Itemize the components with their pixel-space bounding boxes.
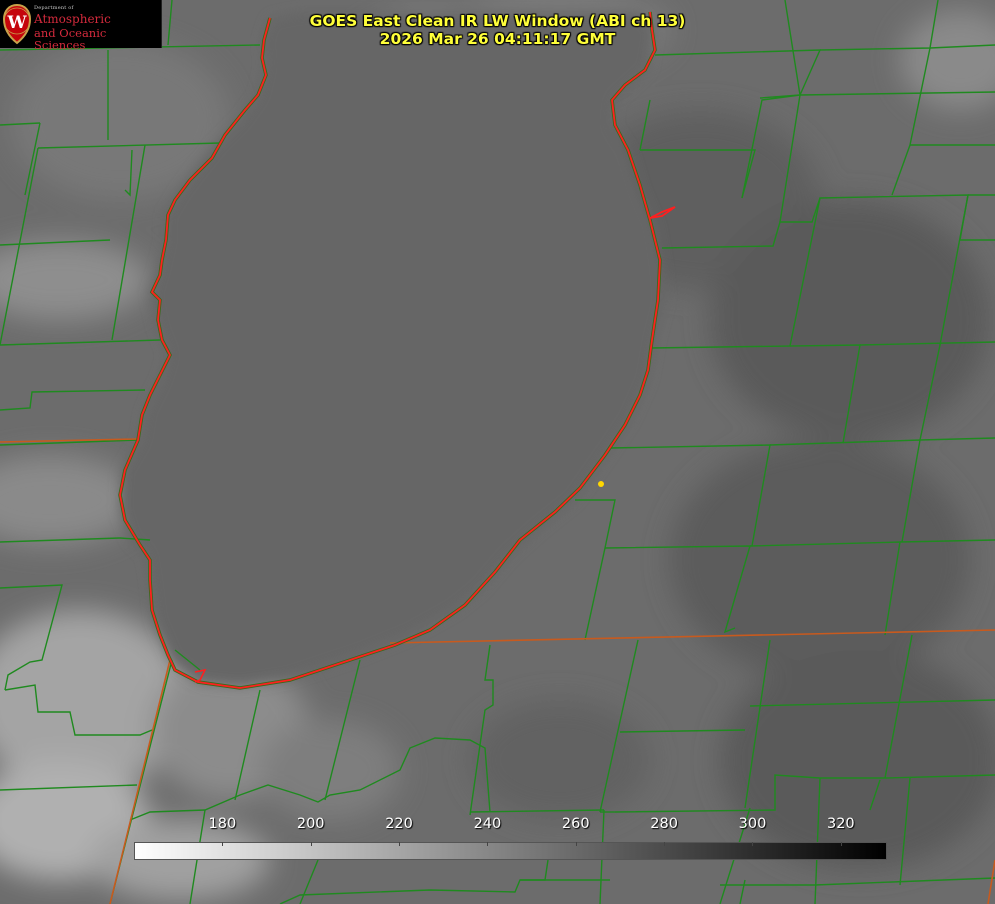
colorbar-tick-label: 180 — [208, 816, 237, 832]
colorbar-tick-mark — [222, 842, 224, 846]
colorbar-tick-label: 280 — [650, 816, 678, 832]
location-marker[interactable] — [598, 481, 604, 487]
colorbar-gradient — [134, 842, 887, 860]
colorbar-tick-mark — [664, 842, 666, 846]
colorbar-tick-mark — [575, 842, 577, 846]
logo-line1: Atmospheric — [34, 12, 111, 27]
colorbar-legend: 180 200 220 240 260 280 300 320 — [134, 816, 887, 860]
colorbar-tick-label: 320 — [826, 816, 855, 832]
uw-seal-icon: W — [2, 3, 32, 45]
colorbar-tick-mark — [752, 842, 754, 846]
logo-line2: and Oceanic Sciences — [34, 25, 107, 52]
satellite-map[interactable] — [0, 0, 995, 904]
colorbar-tick-label: 260 — [561, 816, 590, 832]
colorbar-tick-label: 240 — [473, 816, 502, 832]
satellite-imagery — [0, 0, 995, 904]
colorbar-tick-label: 300 — [738, 816, 767, 832]
aos-logo[interactable]: W Department of Atmospheric and Oceanic … — [0, 0, 162, 52]
colorbar-tick-mark — [310, 842, 312, 846]
colorbar-tick-label: 220 — [385, 816, 413, 832]
colorbar-tick-mark — [840, 842, 842, 846]
seal-letter: W — [6, 13, 27, 33]
colorbar-tick-label: 200 — [296, 816, 325, 832]
colorbar-tick-mark — [399, 842, 401, 846]
logo-text: Department of Atmospheric and Oceanic Sc… — [34, 5, 161, 52]
logo-department: Department of — [34, 5, 74, 11]
colorbar-tick-mark — [487, 842, 489, 846]
